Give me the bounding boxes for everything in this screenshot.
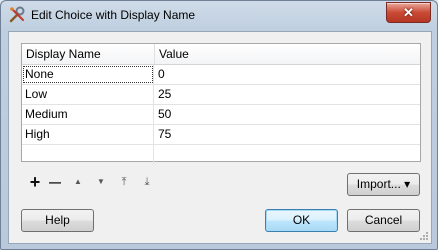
display-name-cell[interactable]: Medium [22, 105, 154, 124]
table-row[interactable]: None 0 [22, 65, 420, 85]
table-row[interactable]: High 75 [22, 125, 420, 145]
column-divider [153, 145, 154, 164]
column-header-value[interactable]: Value [155, 44, 419, 64]
dialog-window: Edit Choice with Display Name ✕ Display … [0, 0, 438, 250]
import-button-label: Import... [356, 177, 401, 191]
remove-row-button[interactable]: — [45, 172, 65, 192]
cancel-button[interactable]: Cancel [347, 209, 420, 232]
move-up-button[interactable]: ▲ [68, 172, 88, 192]
import-button[interactable]: Import... ▾ [347, 173, 420, 196]
wrench-tools-icon [9, 6, 25, 23]
move-down-button[interactable]: ▼ [91, 172, 111, 192]
ok-button[interactable]: OK [265, 209, 338, 232]
resize-grip-icon[interactable] [419, 231, 429, 241]
table-row[interactable]: Medium 50 [22, 105, 420, 125]
value-cell[interactable]: 50 [155, 105, 418, 124]
choice-table[interactable]: Display Name Value None 0 Low 25 Medium … [21, 43, 421, 164]
empty-row[interactable] [22, 145, 420, 164]
value-cell[interactable]: 25 [155, 85, 418, 104]
display-name-cell[interactable]: Low [22, 85, 154, 104]
add-row-button[interactable]: + [25, 172, 45, 192]
window-title: Edit Choice with Display Name [31, 8, 196, 22]
table-header: Display Name Value [22, 44, 420, 65]
move-to-bottom-button[interactable]: ⤓ [137, 172, 157, 192]
help-button[interactable]: Help [21, 209, 94, 232]
display-name-cell[interactable]: High [22, 125, 154, 144]
display-name-cell[interactable]: None [22, 65, 154, 84]
title-bar[interactable]: Edit Choice with Display Name ✕ [1, 1, 437, 29]
value-cell[interactable]: 0 [155, 65, 418, 84]
close-button[interactable]: ✕ [386, 2, 431, 23]
close-icon: ✕ [403, 5, 414, 20]
chevron-down-icon: ▾ [404, 177, 411, 191]
value-cell[interactable]: 75 [155, 125, 418, 144]
column-header-display-name[interactable]: Display Name [22, 44, 155, 64]
move-to-top-button[interactable]: ⤒ [114, 172, 134, 192]
table-row[interactable]: Low 25 [22, 85, 420, 105]
dialog-content: Display Name Value None 0 Low 25 Medium … [8, 31, 432, 244]
